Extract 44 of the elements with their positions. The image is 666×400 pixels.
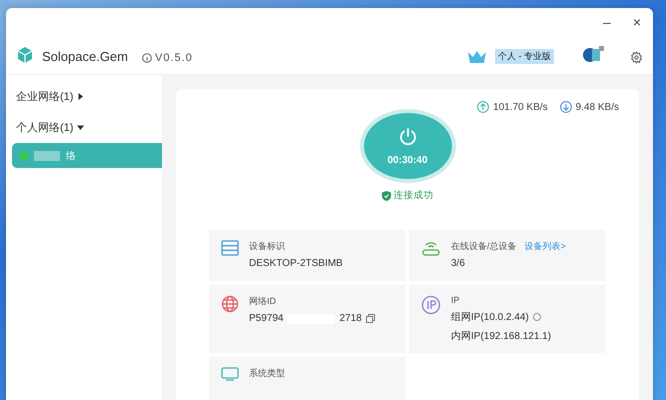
card-value: 3/6	[451, 258, 466, 269]
group-label: 企业网络(1)	[16, 90, 74, 104]
connection-status: 连接成功	[394, 189, 434, 202]
minimize-button[interactable]: –	[599, 12, 615, 32]
connection-timer: 00:30:40	[387, 154, 428, 166]
copy-icon[interactable]	[366, 314, 375, 323]
network-name: 络	[66, 150, 76, 162]
card-value: 2718	[339, 313, 362, 324]
ip-address: 内网IP(192.168.121.1)	[451, 330, 552, 343]
redacted-block	[34, 150, 60, 160]
cube-logo-icon	[16, 46, 34, 64]
crown-icon	[467, 50, 487, 64]
card-label: 网络ID	[249, 295, 277, 308]
card-label: 系统类型	[249, 367, 285, 380]
monitor-icon	[221, 367, 239, 381]
shield-check-icon	[382, 190, 390, 200]
card-value: P59794	[249, 313, 284, 324]
card-label: 设备标识	[249, 240, 286, 253]
info-icon	[142, 53, 152, 63]
help-icon[interactable]	[532, 313, 541, 321]
avatar-icon[interactable]	[582, 46, 604, 64]
ip-icon	[421, 295, 441, 315]
ip-address: 组网IP(10.0.2.44)	[451, 311, 529, 324]
network-group[interactable]: 企业网络(1)	[6, 81, 162, 112]
close-button[interactable]: ×	[628, 12, 645, 32]
power-icon	[398, 126, 418, 146]
network-group[interactable]: 个人网络(1)	[6, 112, 162, 143]
globe-icon	[221, 295, 239, 313]
version-text: V0.5.0	[155, 52, 193, 64]
caret-icon	[77, 93, 84, 100]
upload-icon	[477, 101, 490, 113]
download-speed: 9.48 KB/s	[576, 102, 619, 112]
router-icon	[421, 240, 441, 258]
list-icon	[221, 240, 239, 256]
card-label: 在线设备/总设备	[451, 240, 517, 253]
download-icon	[560, 101, 572, 113]
card-label: IP	[451, 295, 461, 305]
caret-icon	[77, 124, 84, 131]
card-value: DESKTOP-2TSBIMB	[249, 258, 343, 269]
settings-icon[interactable]	[630, 51, 643, 64]
plan-badge[interactable]: 个人 - 专业版	[495, 49, 554, 64]
upload-speed: 101.70 KB/s	[493, 102, 548, 112]
group-label: 个人网络(1)	[16, 121, 74, 135]
app-name: Solopace.Gem	[42, 49, 128, 64]
